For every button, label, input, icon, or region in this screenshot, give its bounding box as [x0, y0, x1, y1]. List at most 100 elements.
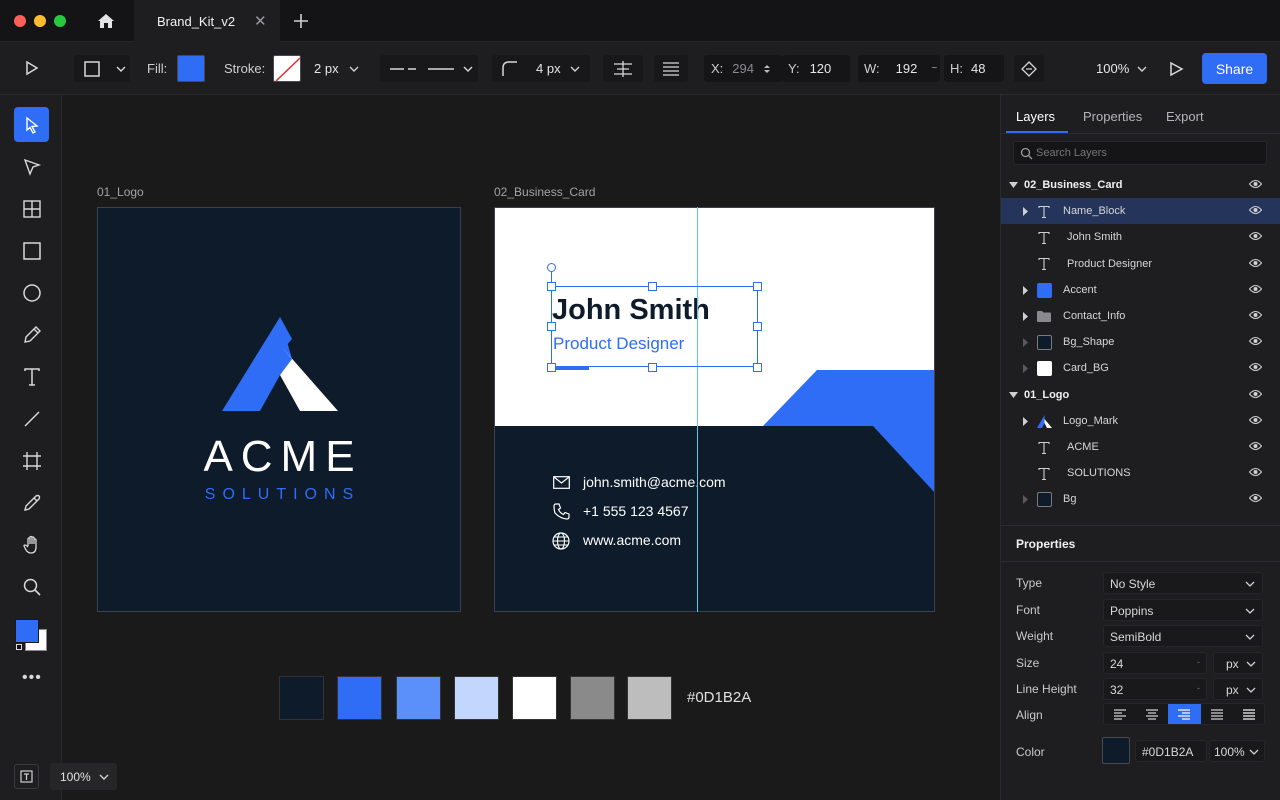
layer-row[interactable]: Bg_Shape — [1001, 329, 1280, 355]
logo-mark-icon[interactable] — [222, 317, 338, 411]
card-website[interactable]: www.acme.com — [583, 532, 681, 548]
resize-handle-top-right[interactable] — [753, 282, 762, 291]
eye-icon[interactable] — [1249, 389, 1262, 399]
align-distribute-icon[interactable] — [603, 55, 643, 82]
tab-export[interactable]: Export — [1166, 109, 1204, 124]
x-position-field[interactable]: X: 294 — [704, 55, 782, 82]
align-right-button[interactable] — [1168, 704, 1201, 724]
resize-handle-bottom-right[interactable] — [753, 363, 762, 372]
align-justify-button[interactable] — [1201, 704, 1233, 724]
align-justify-all-button[interactable] — [1233, 704, 1265, 724]
text-tool[interactable] — [14, 359, 49, 394]
layer-row[interactable]: SOLUTIONS — [1001, 460, 1280, 486]
rotation-handle[interactable] — [547, 263, 556, 272]
width-field[interactable]: W: 192 ~ — [858, 55, 940, 82]
height-field[interactable]: H: 48 — [944, 55, 1004, 82]
direct-select-tool[interactable] — [14, 149, 49, 184]
zoom-tool[interactable] — [14, 569, 49, 604]
maximize-window-button[interactable] — [54, 15, 66, 27]
selection-bounding-box[interactable] — [551, 286, 758, 367]
stepper-icon[interactable]: - — [1197, 657, 1200, 667]
business-card-artboard[interactable]: John Smith Product Designer john.smith@a… — [494, 207, 935, 612]
layer-search[interactable] — [1013, 141, 1267, 165]
font-select[interactable]: Poppins — [1103, 599, 1263, 621]
stepper-icon[interactable] — [764, 64, 770, 74]
layer-row[interactable]: ACME — [1001, 434, 1280, 460]
align-center-button[interactable] — [1136, 704, 1168, 724]
eye-icon[interactable] — [1249, 362, 1262, 372]
preview-play-icon[interactable] — [1164, 57, 1188, 81]
resize-handle-top[interactable] — [648, 282, 657, 291]
tab-layers[interactable]: Layers — [1016, 109, 1055, 124]
minimize-window-button[interactable] — [34, 15, 46, 27]
layer-row[interactable]: 02_Business_Card — [1001, 172, 1280, 198]
tab-brand-kit[interactable]: Brand_Kit_v2 ✕ — [134, 0, 280, 42]
size-unit-select[interactable]: px — [1213, 652, 1263, 674]
palette-swatch[interactable] — [279, 676, 324, 720]
eye-icon[interactable] — [1249, 310, 1262, 320]
caret-right-icon[interactable] — [1022, 364, 1029, 374]
caret-right-icon[interactable] — [1022, 495, 1029, 505]
fit-view-icon[interactable] — [14, 764, 39, 789]
eye-icon[interactable] — [1249, 415, 1262, 425]
palette-swatch[interactable] — [627, 676, 672, 720]
share-button[interactable]: Share — [1202, 53, 1267, 84]
line-tool[interactable] — [14, 401, 49, 436]
ellipse-tool[interactable] — [14, 275, 49, 310]
line-height-unit-select[interactable]: px — [1213, 678, 1263, 700]
play-tool-icon[interactable] — [22, 58, 42, 78]
eye-icon[interactable] — [1249, 284, 1262, 294]
text-align-icon[interactable] — [654, 55, 688, 82]
resize-handle-bottom-left[interactable] — [547, 363, 556, 372]
zoom-select[interactable]: 100% — [1086, 55, 1154, 82]
caret-right-icon[interactable] — [1022, 416, 1029, 426]
layer-row[interactable]: Logo_Mark — [1001, 408, 1280, 434]
accent-shape[interactable] — [763, 370, 935, 494]
eye-icon[interactable] — [1249, 493, 1262, 503]
card-phone[interactable]: +1 555 123 4567 — [583, 503, 689, 519]
palette-swatch[interactable] — [396, 676, 441, 720]
caret-right-icon[interactable] — [1022, 207, 1029, 217]
card-artboard-label[interactable]: 02_Business_Card — [494, 185, 595, 199]
layer-row[interactable]: Card_BG — [1001, 355, 1280, 381]
card-email[interactable]: john.smith@acme.com — [583, 474, 726, 490]
eye-icon[interactable] — [1249, 336, 1262, 346]
stepper-icon[interactable]: - — [1197, 683, 1200, 693]
resize-handle-bottom[interactable] — [648, 363, 657, 372]
fill-stroke-colors[interactable] — [15, 619, 49, 653]
frame-tool[interactable] — [14, 191, 49, 226]
weight-select[interactable]: SemiBold — [1103, 625, 1263, 647]
logo-artboard[interactable]: ACME SOLUTIONS — [97, 207, 461, 612]
color-hex-input[interactable]: #0D1B2A — [1135, 740, 1207, 762]
dash-style-select[interactable] — [380, 55, 478, 82]
logo-company-name[interactable]: ACME — [98, 432, 460, 482]
type-select[interactable]: No Style — [1103, 572, 1263, 594]
palette-swatch[interactable] — [337, 676, 382, 720]
eyedropper-tool[interactable] — [14, 485, 49, 520]
tab-properties[interactable]: Properties — [1083, 109, 1142, 124]
layer-row[interactable]: Accent — [1001, 277, 1280, 303]
crop-tool[interactable] — [14, 443, 49, 478]
opacity-select[interactable]: 100% — [1209, 740, 1265, 762]
logo-artboard-label[interactable]: 01_Logo — [97, 185, 144, 199]
select-tool[interactable] — [14, 107, 49, 142]
new-tab-icon[interactable] — [291, 11, 311, 31]
layer-row[interactable]: Product Designer — [1001, 251, 1280, 277]
eye-icon[interactable] — [1249, 179, 1262, 189]
rotate-icon[interactable] — [1014, 55, 1044, 82]
more-tools-icon[interactable]: ••• — [22, 669, 42, 687]
caret-right-icon[interactable] — [1022, 285, 1029, 295]
caret-right-icon[interactable] — [1022, 312, 1029, 321]
line-height-input[interactable]: 32 - — [1103, 678, 1207, 700]
eye-icon[interactable] — [1249, 467, 1262, 477]
bottom-zoom-select[interactable]: 100% — [50, 763, 117, 790]
hand-tool[interactable] — [14, 527, 49, 562]
pen-tool[interactable] — [14, 317, 49, 352]
caret-down-icon[interactable] — [1009, 391, 1018, 399]
corner-radius-select[interactable]: 4 px — [492, 55, 590, 82]
layer-row[interactable]: Bg — [1001, 486, 1280, 512]
eye-icon[interactable] — [1249, 205, 1262, 215]
y-position-field[interactable]: Y: 120 — [782, 55, 850, 82]
rectangle-tool[interactable] — [14, 233, 49, 268]
size-input[interactable]: 24 - — [1103, 652, 1207, 674]
